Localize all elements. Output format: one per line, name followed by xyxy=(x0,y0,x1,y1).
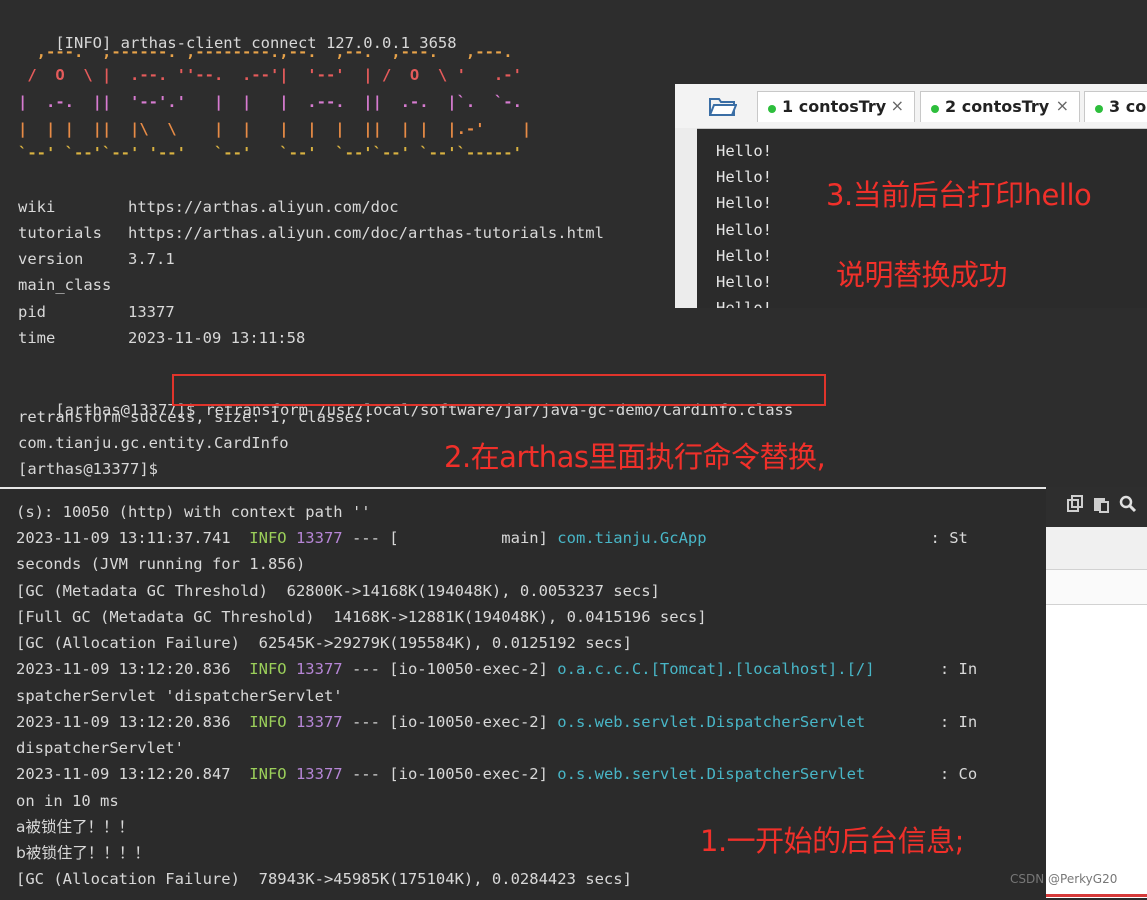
folder-icon[interactable] xyxy=(709,96,737,116)
log-line: 2023-11-09 13:12:20.836 INFO 13377 --- [… xyxy=(16,660,978,678)
info-row-wiki: wiki https://arthas.aliyun.com/doc xyxy=(18,198,399,216)
log-line: 2023-11-09 13:12:20.847 INFO 13377 --- [… xyxy=(16,765,978,783)
info-row-version: version 3.7.1 xyxy=(18,250,175,268)
hello-line: Hello! xyxy=(716,247,772,265)
logo-line-4: | | | || |\ \ | | | | | || | | |.-' | xyxy=(18,120,532,138)
header-strip-2 xyxy=(1046,570,1147,605)
hello-line: Hello! xyxy=(716,168,772,186)
log-line: b被锁住了！！！！ xyxy=(16,844,150,862)
log-line: a被锁住了！！！ xyxy=(16,818,134,836)
hello-line: Hello! xyxy=(716,194,772,212)
logo-line-1: ,---. ,------. ,--------.,--. ,--. ,---.… xyxy=(18,43,513,61)
hello-line: Hello! xyxy=(716,142,772,160)
hello-line: Hello! xyxy=(716,221,772,239)
annotation-step-2: 2.在arthas里面执行命令替换, xyxy=(444,440,826,474)
log-line: seconds (JVM running for 1.856) xyxy=(16,555,306,573)
log-line: 2023-11-09 13:11:37.741 INFO 13377 --- [… xyxy=(16,529,968,547)
side-strip xyxy=(675,128,697,308)
toolbar xyxy=(1046,487,1147,527)
annotation-step-3-result: 说明替换成功 xyxy=(836,258,1008,292)
logo-line-3: | .-. || '--'.' | | | .--. || .-. |`. `-… xyxy=(18,93,522,111)
tab-session-2[interactable]: 2 contosTry × xyxy=(920,91,1080,122)
copy-icon[interactable] xyxy=(1066,495,1084,513)
log-line: on in 10 ms xyxy=(16,792,119,810)
header-strip xyxy=(1046,527,1147,570)
connected-dot-icon xyxy=(1095,105,1103,113)
tab-session-1[interactable]: 1 contosTry × xyxy=(757,91,915,122)
info-row-time: time 2023-11-09 13:11:58 xyxy=(18,329,306,347)
info-row-main-class: main_class xyxy=(18,276,112,294)
annotation-step-3: 3.当前后台打印hello xyxy=(826,178,1092,212)
connected-dot-icon xyxy=(931,105,939,113)
paste-icon[interactable] xyxy=(1092,495,1110,513)
log-line: [Full GC (Metadata GC Threshold) 14168K-… xyxy=(16,608,707,626)
info-row-tutorials: tutorials https://arthas.aliyun.com/doc/a… xyxy=(18,224,604,242)
logo-line-5: `--' `--'`--' '--' `--' `--' `--'`--' `-… xyxy=(18,144,522,162)
close-icon[interactable]: × xyxy=(1056,96,1069,115)
connected-dot-icon xyxy=(768,105,776,113)
command-highlight-box xyxy=(172,374,826,406)
log-line: [GC (Allocation Failure) 78943K->45985K(… xyxy=(16,870,632,888)
logo-line-2: / O \ | .--. ''--. .--'| '--' | / O \ ' … xyxy=(18,66,522,84)
log-line: (s): 10050 (http) with context path '' xyxy=(16,503,371,521)
result-line-1: retransform success, size: 1, classes: xyxy=(18,408,373,426)
session-tab-bar: 1 contosTry × 2 contosTry × 3 con xyxy=(675,84,1147,129)
accent-line xyxy=(1046,894,1147,897)
info-row-pid: pid 13377 xyxy=(18,303,175,321)
hello-line: Hello! xyxy=(716,299,772,308)
log-line: 2023-11-09 13:12:20.836 INFO 13377 --- [… xyxy=(16,713,978,731)
annotation-step-1: 1.一开始的后台信息; xyxy=(700,824,964,858)
watermark: CSDN @PerkyG20 xyxy=(1010,872,1118,886)
log-line: [GC (Allocation Failure) 62545K->29279K(… xyxy=(16,634,632,652)
shell-prompt-2[interactable]: [arthas@13377]$ xyxy=(18,459,158,479)
log-line: spatcherServlet 'dispatcherServlet' xyxy=(16,687,343,705)
log-line: dispatcherServlet' xyxy=(16,739,184,757)
result-line-2: com.tianju.gc.entity.CardInfo xyxy=(18,434,289,452)
log-line: [GC (Metadata GC Threshold) 62800K->1416… xyxy=(16,582,660,600)
close-icon[interactable]: × xyxy=(891,96,904,115)
background-window xyxy=(1046,487,1147,898)
search-icon[interactable] xyxy=(1119,495,1137,513)
tab-session-3[interactable]: 3 con xyxy=(1084,91,1147,122)
hello-line: Hello! xyxy=(716,273,772,291)
